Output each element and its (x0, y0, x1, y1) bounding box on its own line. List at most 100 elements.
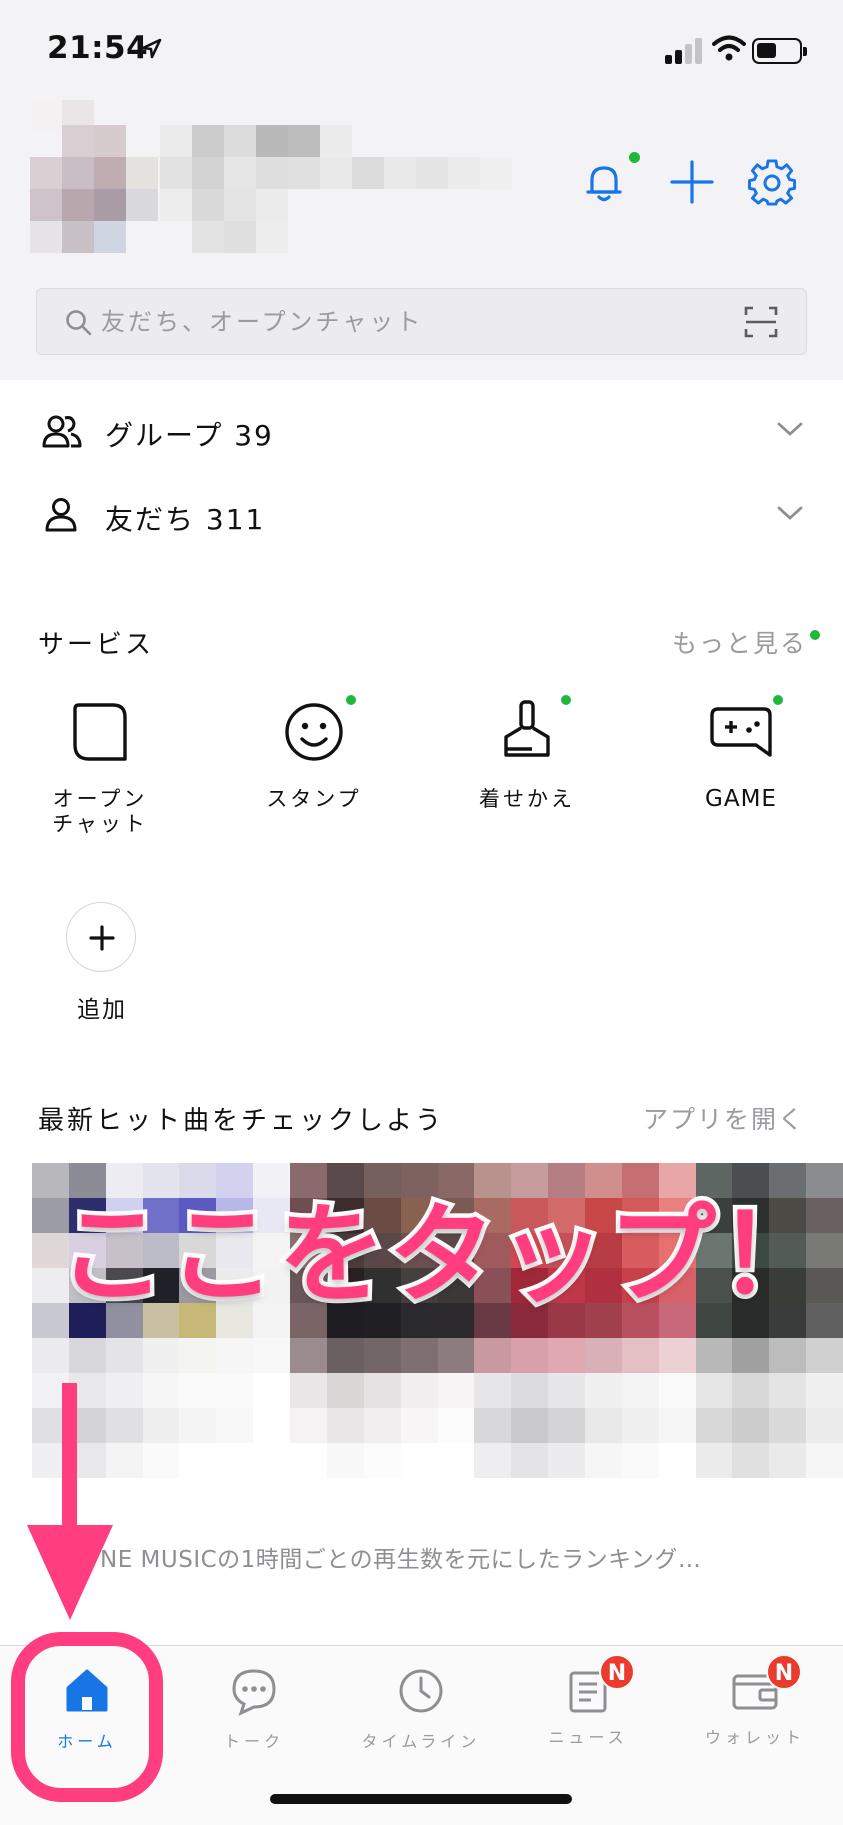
mosaic-cell (179, 1373, 218, 1409)
mosaic-cell (511, 1408, 550, 1444)
mosaic-cell (253, 1373, 292, 1409)
mosaic-cell (142, 1338, 181, 1374)
friends-label: 友だち 311 (105, 503, 266, 536)
service-dot (346, 695, 356, 705)
tab-chats[interactable]: トーク (170, 1656, 338, 1766)
open-chat-icon (73, 703, 127, 761)
mosaic-cell (769, 1338, 808, 1374)
mosaic-cell (179, 1443, 218, 1478)
mosaic-cell (290, 1408, 328, 1444)
notification-dot (629, 152, 640, 163)
mosaic-cell (179, 1408, 218, 1444)
mosaic-cell (806, 1408, 843, 1444)
mosaic-cell (253, 1338, 292, 1374)
qr-scan-icon[interactable] (744, 306, 778, 338)
mosaic-cell (179, 1338, 218, 1374)
services-more-link[interactable]: もっと見る (672, 624, 807, 660)
settings-gear-icon[interactable] (748, 158, 796, 206)
music-title: 最新ヒット曲をチェックしよう (38, 1106, 445, 1136)
chevron-down-icon (777, 506, 803, 520)
location-arrow-icon (141, 38, 162, 59)
mosaic-cell (216, 1338, 255, 1374)
tab-wallet[interactable]: N ウォレット (671, 1654, 839, 1766)
search-input[interactable] (101, 305, 701, 339)
mosaic-cell (437, 1408, 476, 1444)
mosaic-cell (253, 1443, 292, 1478)
notification-bell-icon[interactable] (580, 158, 628, 206)
tab-label: ニュース (548, 1728, 628, 1747)
mosaic-cell (400, 1443, 439, 1478)
mosaic-cell (695, 1373, 734, 1409)
mosaic-cell (511, 1373, 550, 1409)
music-caption: NE MUSICの1時間ごとの再生数を元にしたランキング… (100, 1547, 702, 1573)
add-friend-plus-icon[interactable] (668, 158, 716, 206)
mosaic-cell (32, 1338, 70, 1374)
groups-row[interactable]: グループ 39 (0, 393, 843, 473)
mosaic-cell (658, 1338, 697, 1374)
open-app-link[interactable]: アプリを開く (643, 1100, 805, 1136)
service-dot (561, 695, 571, 705)
mosaic-cell (474, 1373, 513, 1409)
mosaic-cell (290, 1373, 328, 1409)
mosaic-cell (621, 1338, 660, 1374)
mosaic-cell (68, 1338, 107, 1374)
service-label: 着せかえ (479, 787, 575, 811)
group-icon (42, 415, 82, 448)
chevron-down-icon (777, 422, 803, 436)
mosaic-cell (437, 1373, 476, 1409)
mosaic-cell (806, 1338, 843, 1374)
mosaic-cell (326, 1338, 365, 1374)
mosaic-cell (216, 1373, 255, 1409)
mosaic-cell (105, 1443, 144, 1478)
profile-header (0, 100, 843, 270)
search-box[interactable] (36, 288, 807, 355)
plus-icon (89, 925, 115, 951)
profile-pixelated-area[interactable] (20, 100, 540, 260)
mosaic-cell (105, 1373, 144, 1409)
more-dot (810, 630, 820, 640)
mosaic-cell (806, 1373, 843, 1409)
mosaic-cell (732, 1338, 771, 1374)
mosaic-cell (216, 1443, 255, 1478)
mosaic-cell (548, 1338, 586, 1374)
mosaic-cell (621, 1443, 660, 1478)
mosaic-cell (326, 1443, 365, 1478)
mosaic-cell (363, 1408, 402, 1444)
mosaic-cell (584, 1408, 623, 1444)
mosaic-cell (400, 1373, 439, 1409)
service-game[interactable]: GAME (661, 695, 821, 812)
mosaic-cell (290, 1443, 328, 1478)
wifi-icon (712, 35, 746, 61)
annotation-highlight-ring (11, 1632, 163, 1802)
tab-news[interactable]: N ニュース (504, 1654, 672, 1766)
mosaic-cell (437, 1443, 476, 1478)
mosaic-cell (511, 1338, 550, 1374)
cellular-signal-icon (665, 38, 705, 64)
mosaic-cell (658, 1408, 697, 1444)
chat-bubble-icon (232, 1669, 276, 1716)
service-label: オープン チャット (52, 787, 148, 836)
mosaic-cell (363, 1373, 402, 1409)
mosaic-cell (474, 1443, 513, 1478)
mosaic-cell (511, 1443, 550, 1478)
service-themes[interactable]: 着せかえ (447, 695, 607, 812)
mosaic-cell (769, 1408, 808, 1444)
mosaic-cell (584, 1338, 623, 1374)
mosaic-cell (105, 1408, 144, 1444)
smiley-icon (285, 703, 343, 761)
tab-timeline[interactable]: タイムライン (337, 1656, 505, 1766)
mosaic-cell (769, 1443, 808, 1478)
friends-row[interactable]: 友だち 311 (0, 477, 843, 557)
mosaic-cell (142, 1373, 181, 1409)
mosaic-cell (548, 1373, 586, 1409)
service-stickers[interactable]: スタンプ (234, 695, 394, 812)
service-open-chat[interactable]: オープン チャット (20, 697, 180, 837)
mosaic-cell (658, 1443, 697, 1478)
annotation-arrow-head (27, 1525, 113, 1620)
mosaic-cell (732, 1373, 771, 1409)
mosaic-cell (400, 1408, 439, 1444)
mosaic-cell (474, 1338, 513, 1374)
annotation-arrow (62, 1383, 77, 1533)
add-service-button[interactable] (66, 902, 136, 972)
mosaic-cell (290, 1338, 328, 1374)
